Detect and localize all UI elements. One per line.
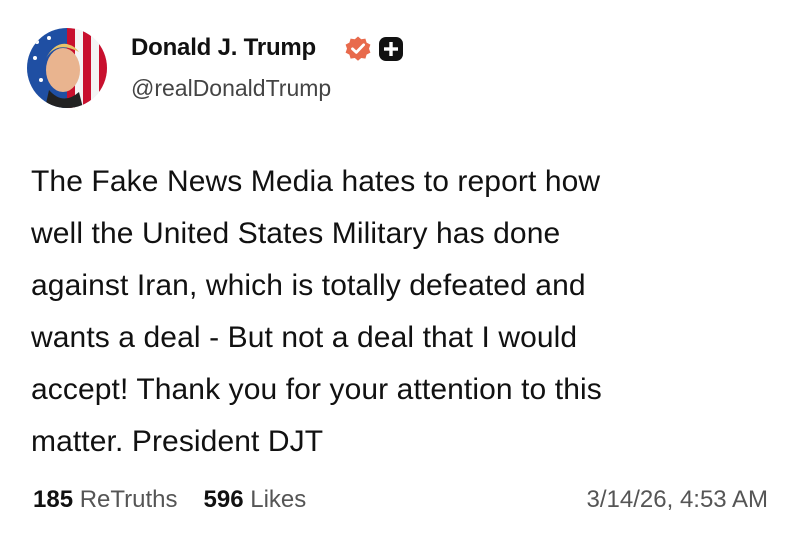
plus-badge-icon (378, 36, 404, 62)
badge-group (344, 35, 404, 63)
user-handle[interactable]: @realDonaldTrump (131, 74, 331, 102)
post-body-line: well the United States Military has done (31, 217, 561, 250)
likes-label: Likes (250, 486, 307, 513)
avatar[interactable] (27, 28, 107, 108)
avatar-image (27, 28, 107, 108)
retruths-count: 185 (33, 486, 74, 513)
post-stats: 185 ReTruths 596 Likes (33, 485, 306, 515)
post-body-line: matter. President DJT (31, 425, 324, 458)
retruths-stat[interactable]: 185 ReTruths (33, 486, 178, 513)
post-body-line: accept! Thank you for your attention to … (31, 373, 602, 406)
post-body: The Fake News Media hates to report how … (31, 156, 771, 468)
display-name[interactable]: Donald J. Trump (131, 34, 316, 62)
likes-stat[interactable]: 596 Likes (204, 486, 307, 513)
post-card: Donald J. Trump @realDonaldTrump The Fak… (0, 0, 800, 540)
post-body-line: wants a deal - But not a deal that I wou… (31, 321, 578, 354)
verified-badge-icon (344, 35, 372, 63)
post-body-line: against Iran, which is totally defeated … (31, 269, 586, 302)
post-body-line: The Fake News Media hates to report how (31, 165, 601, 198)
likes-count: 596 (203, 486, 244, 513)
retruths-label: ReTruths (79, 486, 178, 513)
post-timestamp[interactable]: 3/14/26, 4:53 AM (587, 485, 768, 515)
